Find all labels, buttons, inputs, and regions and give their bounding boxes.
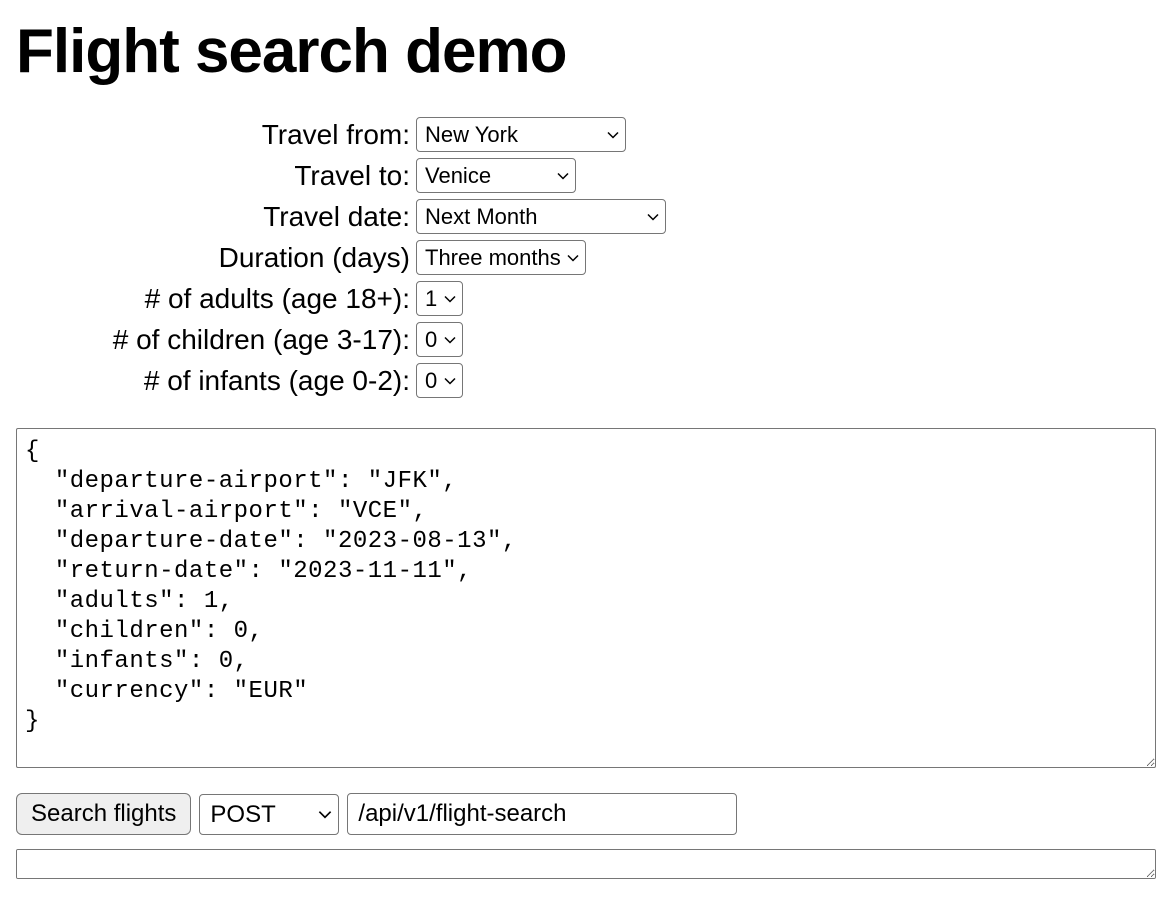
duration-select[interactable]: Three months: [416, 240, 586, 275]
infants-select[interactable]: 0: [416, 363, 463, 398]
infants-row: # of infants (age 0-2): 0: [16, 363, 1156, 398]
travel-from-select[interactable]: New York: [416, 117, 626, 152]
children-row: # of children (age 3-17): 0: [16, 322, 1156, 357]
action-row: Search flights POST: [16, 793, 1156, 835]
travel-date-row: Travel date: Next Month: [16, 199, 1156, 234]
travel-from-row: Travel from: New York: [16, 117, 1156, 152]
infants-label: # of infants (age 0-2):: [16, 365, 416, 397]
adults-label: # of adults (age 18+):: [16, 283, 416, 315]
search-form: Travel from: New York Travel to: Venice …: [16, 117, 1156, 398]
travel-date-label: Travel date:: [16, 201, 416, 233]
children-label: # of children (age 3-17):: [16, 324, 416, 356]
endpoint-path-input[interactable]: [347, 793, 737, 835]
page-title: Flight search demo: [16, 16, 1156, 87]
adults-select[interactable]: 1: [416, 281, 463, 316]
duration-row: Duration (days) Three months: [16, 240, 1156, 275]
travel-to-row: Travel to: Venice: [16, 158, 1156, 193]
search-flights-button[interactable]: Search flights: [16, 793, 191, 835]
travel-from-label: Travel from:: [16, 119, 416, 151]
adults-row: # of adults (age 18+): 1: [16, 281, 1156, 316]
response-textarea[interactable]: [16, 849, 1156, 879]
http-method-select[interactable]: POST: [199, 794, 339, 835]
travel-to-select[interactable]: Venice: [416, 158, 576, 193]
travel-to-label: Travel to:: [16, 160, 416, 192]
request-body-textarea[interactable]: [16, 428, 1156, 768]
children-select[interactable]: 0: [416, 322, 463, 357]
duration-label: Duration (days): [16, 242, 416, 274]
travel-date-select[interactable]: Next Month: [416, 199, 666, 234]
